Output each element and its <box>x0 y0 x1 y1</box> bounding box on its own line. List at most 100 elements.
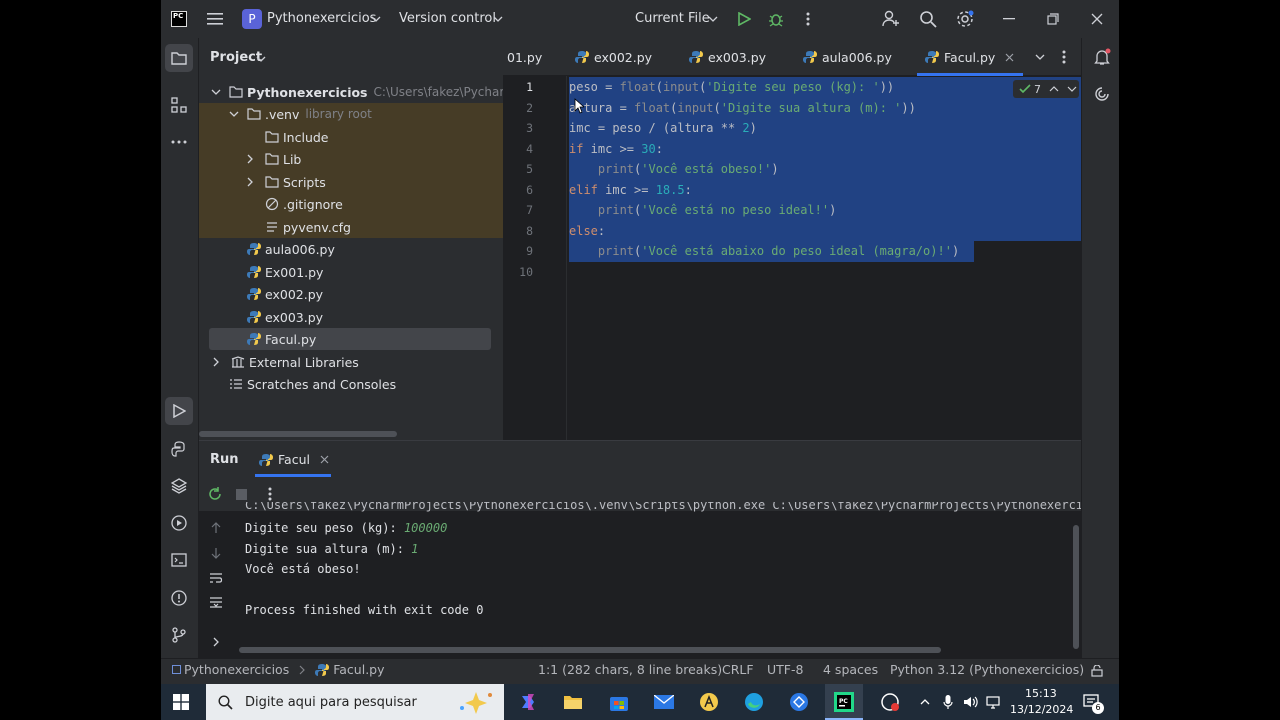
run-tool-icon[interactable] <box>165 397 193 425</box>
caret-position[interactable]: 1:1 (282 chars, 8 line breaks) <box>538 662 722 677</box>
close-window-icon[interactable] <box>1087 9 1107 29</box>
tree-file-selected[interactable]: Facul.py <box>247 328 316 350</box>
clock-time[interactable]: 15:13 <box>1025 687 1057 700</box>
horizontal-scrollbar[interactable] <box>199 431 397 437</box>
vcs-menu[interactable]: Version control <box>399 11 496 26</box>
mail-icon[interactable] <box>652 690 676 714</box>
console-v-scrollbar[interactable] <box>1073 525 1079 649</box>
tab-menu-chevron-icon[interactable] <box>1033 51 1047 63</box>
soft-wrap-icon[interactable] <box>209 571 223 585</box>
code-line[interactable]: elif imc >= 18.5: <box>569 180 692 201</box>
python-packages-icon[interactable] <box>165 472 193 500</box>
breadcrumb-project[interactable]: Pythonexercicios <box>184 662 289 677</box>
tree-scripts[interactable]: Scripts <box>247 171 326 193</box>
debug-icon[interactable] <box>767 10 785 28</box>
tab-facul-active[interactable]: Facul.py <box>925 38 1014 76</box>
services-icon[interactable] <box>165 509 193 537</box>
run-icon[interactable] <box>735 10 753 28</box>
chevron-right-icon[interactable] <box>211 636 221 648</box>
inspection-widget[interactable]: 7 <box>1013 80 1079 98</box>
editor-more-icon[interactable] <box>1057 49 1071 65</box>
indent-setting[interactable]: 4 spaces <box>823 662 878 677</box>
chevron-up-icon[interactable] <box>1049 86 1059 92</box>
volume-icon[interactable] <box>962 694 980 710</box>
tab-label: ex002.py <box>594 49 653 65</box>
microphone-icon[interactable] <box>941 694 955 710</box>
add-user-icon[interactable] <box>881 9 901 29</box>
run-more-icon[interactable] <box>265 486 275 502</box>
network-icon[interactable] <box>985 694 1001 710</box>
tree-file[interactable]: aula006.py <box>247 238 335 260</box>
close-tab-icon[interactable] <box>1005 53 1014 62</box>
tree-scratches[interactable]: Scratches and Consoles <box>229 373 396 395</box>
git-branch-icon[interactable] <box>165 621 193 649</box>
stop-icon[interactable] <box>233 486 249 502</box>
run-config-selector[interactable]: Current File <box>635 11 710 26</box>
taskbar-search-box[interactable]: Digite aqui para pesquisar <box>206 684 504 720</box>
minimize-icon[interactable] <box>999 9 1019 29</box>
code-line[interactable]: print('Você está no peso ideal!') <box>569 200 836 221</box>
code-line[interactable]: altura = float(input('Digite sua altura … <box>569 98 916 119</box>
code-line[interactable]: print('Você está obeso!') <box>569 159 779 180</box>
tree-external-libraries[interactable]: External Libraries <box>213 351 359 373</box>
scroll-down-icon[interactable] <box>209 546 223 560</box>
scroll-to-end-icon[interactable] <box>209 595 223 609</box>
tab-aula006[interactable]: aula006.py <box>803 38 892 76</box>
tree-file[interactable]: ex003.py <box>247 306 323 328</box>
rerun-icon[interactable] <box>207 486 223 502</box>
edge-browser-icon[interactable] <box>742 690 766 714</box>
code-line[interactable]: if imc >= 30: <box>569 139 663 160</box>
microsoft-store-icon[interactable] <box>607 690 631 714</box>
app-icon-yellow[interactable] <box>697 690 721 714</box>
terminal-icon[interactable] <box>165 546 193 574</box>
tree-venv[interactable]: .venv library root <box>229 103 372 125</box>
tree-file[interactable]: ex002.py <box>247 283 323 305</box>
chevron-down-icon[interactable] <box>1067 86 1077 92</box>
chevron-down-icon <box>255 53 267 65</box>
code-line[interactable]: print('Você está abaixo do peso ideal (m… <box>569 241 959 262</box>
line-separator[interactable]: CRLF <box>722 662 754 677</box>
tab-ex001[interactable]: 01.py <box>507 38 542 76</box>
file-explorer-icon[interactable] <box>561 690 585 714</box>
python-interpreter[interactable]: Python 3.12 (Pythonexercicios) <box>890 662 1084 677</box>
tab-facul-run[interactable]: Facul <box>259 452 329 467</box>
search-icon[interactable] <box>918 9 938 29</box>
settings-gear-icon[interactable] <box>955 9 975 29</box>
restore-icon[interactable] <box>1043 9 1063 29</box>
tree-pyvenv[interactable]: pyvenv.cfg <box>265 216 351 238</box>
clock-date[interactable]: 13/12/2024 <box>1010 703 1073 716</box>
tree-gitignore[interactable]: .gitignore <box>265 193 343 215</box>
windows-start-icon[interactable] <box>171 692 191 712</box>
breadcrumb-file[interactable]: Facul.py <box>333 662 384 677</box>
file-encoding[interactable]: UTF-8 <box>767 662 803 677</box>
project-switcher[interactable]: Pythonexercicios <box>267 11 376 26</box>
structure-icon[interactable] <box>165 91 193 119</box>
ai-assistant-icon[interactable] <box>1092 84 1112 104</box>
notifications-bell-icon[interactable] <box>1092 47 1112 67</box>
lock-icon[interactable] <box>1090 663 1104 679</box>
tree-root[interactable]: Pythonexercicios C:\Users\fakez\PycharmP <box>211 81 523 103</box>
close-tab-icon[interactable] <box>320 455 329 464</box>
code-line[interactable]: peso = float(input('Digite seu peso (kg)… <box>569 77 894 98</box>
more-tools-icon[interactable] <box>165 128 193 156</box>
console-h-scrollbar[interactable] <box>239 647 941 653</box>
problems-icon[interactable] <box>165 584 193 612</box>
more-actions-icon[interactable] <box>799 10 817 28</box>
code-line[interactable]: imc = peso / (altura ** 2) <box>569 118 757 139</box>
tab-ex003[interactable]: ex003.py <box>689 38 766 76</box>
project-badge[interactable]: P <box>242 9 262 29</box>
tree-lib[interactable]: Lib <box>247 148 301 170</box>
main-menu-icon[interactable] <box>205 9 225 29</box>
tab-ex002[interactable]: ex002.py <box>575 38 652 76</box>
scroll-up-icon[interactable] <box>209 521 223 535</box>
project-tool-icon[interactable] <box>165 44 193 72</box>
screen-recorder-icon[interactable] <box>878 690 902 714</box>
app-icon-blue[interactable] <box>787 690 811 714</box>
tray-chevron-up-icon[interactable] <box>919 696 931 708</box>
tree-include[interactable]: Include <box>265 126 329 148</box>
code-line[interactable]: else: <box>569 221 605 242</box>
tree-item-label: Ex001.py <box>265 264 324 280</box>
python-console-icon[interactable] <box>165 435 193 463</box>
tree-file[interactable]: Ex001.py <box>247 261 323 283</box>
copilot-icon[interactable] <box>516 690 540 714</box>
